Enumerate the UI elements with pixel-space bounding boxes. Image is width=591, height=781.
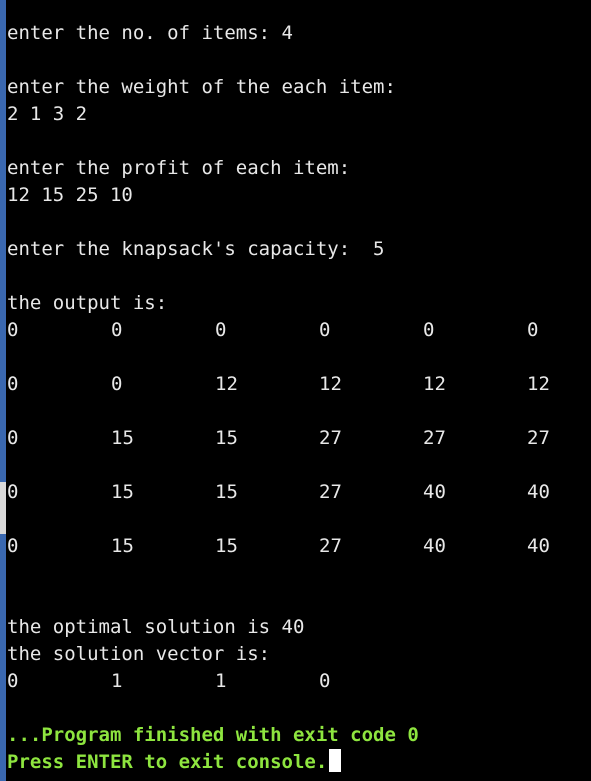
solution-vector-row: 0 1 1 0 — [7, 668, 587, 695]
table-cell: 0 — [319, 319, 331, 341]
solution-vector-cell: 1 — [215, 670, 227, 692]
table-cell: 0 — [111, 373, 123, 395]
table-cell: 0 — [7, 427, 19, 449]
table-cell: 27 — [319, 481, 342, 503]
optimal-solution-line: the optimal solution is 40 — [7, 616, 305, 638]
prompt-capacity-line: enter the knapsack's capacity: 5 — [7, 238, 385, 260]
window-left-edge — [0, 0, 6, 781]
table-cell: 40 — [423, 535, 446, 557]
table-cell: 27 — [319, 427, 342, 449]
weights-input-line: 2 1 3 2 — [7, 103, 88, 125]
table-cell: 40 — [423, 481, 446, 503]
table-row: 0 0 12 12 12 12 — [7, 371, 587, 398]
table-cell: 12 — [527, 373, 550, 395]
finish-message: ...Program finished with exit code 0 — [7, 724, 419, 746]
table-cell: 0 — [111, 319, 123, 341]
table-cell: 0 — [7, 481, 19, 503]
exit-prompt: Press ENTER to exit console. — [7, 751, 328, 773]
table-cell: 40 — [527, 535, 550, 557]
table-cell: 0 — [7, 319, 19, 341]
table-row: 0 0 0 0 0 0 — [7, 317, 587, 344]
prompt-items-line: enter the no. of items: 4 — [7, 22, 293, 44]
profits-input-line: 12 15 25 10 — [7, 184, 133, 206]
table-row: 0 15 15 27 40 40 — [7, 533, 587, 560]
table-cell: 0 — [7, 373, 19, 395]
table-cell: 15 — [111, 427, 134, 449]
text-cursor — [329, 749, 342, 772]
table-cell: 15 — [215, 481, 238, 503]
table-cell: 27 — [527, 427, 550, 449]
table-cell: 0 — [7, 535, 19, 557]
table-cell: 12 — [215, 373, 238, 395]
prompt-profit-line: enter the profit of each item: — [7, 157, 351, 179]
table-cell: 15 — [111, 481, 134, 503]
console-output[interactable]: enter the no. of items: 4 enter the weig… — [0, 0, 591, 781]
table-cell: 0 — [423, 319, 435, 341]
solution-vector-label: the solution vector is: — [7, 643, 271, 665]
table-cell: 0 — [215, 319, 227, 341]
table-cell: 15 — [215, 427, 238, 449]
table-cell: 15 — [215, 535, 238, 557]
table-cell: 27 — [319, 535, 342, 557]
output-label-line: the output is: — [7, 292, 168, 314]
table-cell: 27 — [423, 427, 446, 449]
table-cell: 15 — [111, 535, 134, 557]
table-cell: 12 — [423, 373, 446, 395]
solution-vector-cell: 0 — [319, 670, 331, 692]
table-row: 0 15 15 27 40 40 — [7, 479, 587, 506]
solution-vector-cell: 0 — [7, 670, 19, 692]
table-cell: 40 — [527, 481, 550, 503]
table-cell: 12 — [319, 373, 342, 395]
exit-prompt-line: Press ENTER to exit console. — [7, 749, 342, 776]
table-row: 0 15 15 27 27 27 — [7, 425, 587, 452]
table-cell: 0 — [527, 319, 539, 341]
prompt-weight-line: enter the weight of the each item: — [7, 76, 396, 98]
window-left-edge-highlight — [0, 482, 6, 534]
solution-vector-cell: 1 — [111, 670, 123, 692]
